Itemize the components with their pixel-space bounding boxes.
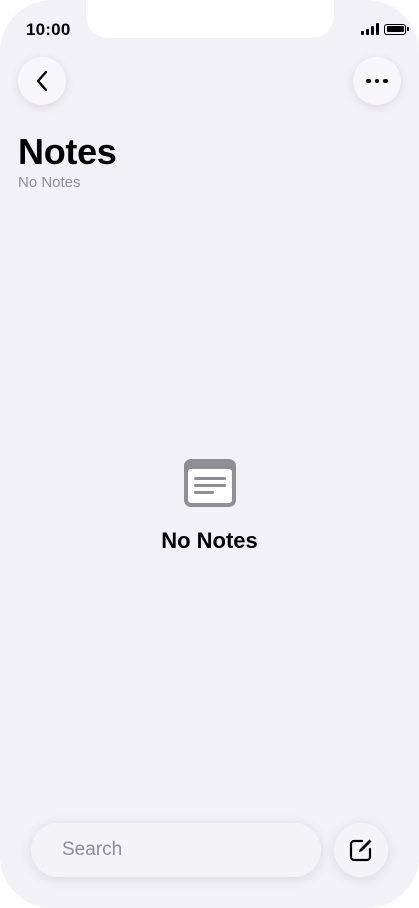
status-icons bbox=[361, 23, 409, 35]
status-time: 10:00 bbox=[26, 20, 71, 39]
page-title: Notes bbox=[18, 131, 117, 172]
device-notch bbox=[86, 0, 334, 38]
phone-screen: 10:00 Notes No Notes No Notes bbox=[0, 0, 419, 908]
chevron-left-icon bbox=[36, 70, 48, 92]
back-button[interactable] bbox=[18, 57, 66, 105]
battery-icon bbox=[384, 23, 409, 35]
empty-state: No Notes bbox=[0, 458, 419, 554]
notes-list-icon bbox=[183, 459, 236, 507]
empty-state-label: No Notes bbox=[161, 528, 258, 553]
notes-count-subtitle: No Notes bbox=[18, 174, 81, 191]
ellipsis-icon bbox=[366, 78, 388, 84]
search-input[interactable] bbox=[62, 839, 307, 861]
compose-icon bbox=[349, 839, 372, 862]
compose-button[interactable] bbox=[334, 823, 388, 877]
search-bar[interactable] bbox=[31, 823, 321, 877]
cellular-signal-icon bbox=[361, 23, 379, 35]
more-options-button[interactable] bbox=[353, 57, 401, 105]
